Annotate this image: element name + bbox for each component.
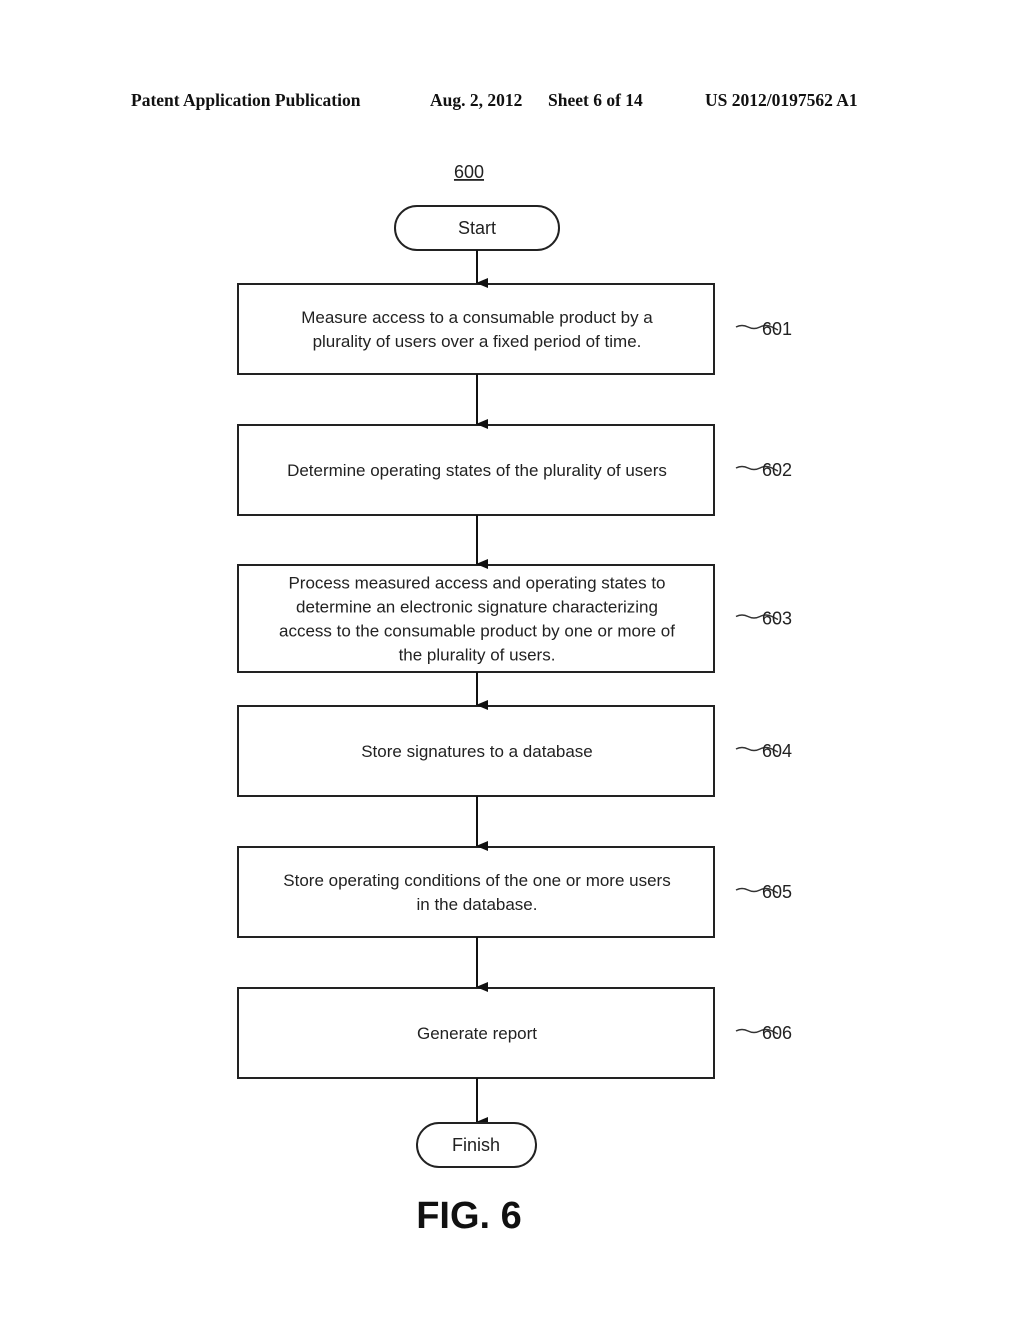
step-ref-number: 601 (762, 319, 792, 339)
finish-label: Finish (452, 1135, 500, 1155)
step-text-line: Store operating conditions of the one or… (283, 871, 670, 890)
step-605: Store operating conditions of the one or… (237, 846, 792, 938)
step-text-line: determine an electronic signature charac… (296, 598, 658, 617)
figure-label: FIG. 6 (416, 1195, 522, 1237)
start-label: Start (458, 218, 496, 238)
step-text-line: the plurality of users. (399, 646, 556, 665)
step-602: Determine operating states of the plural… (237, 424, 792, 516)
step-ref-number: 606 (762, 1023, 792, 1043)
step-text-line: plurality of users over a fixed period o… (313, 332, 642, 351)
figure-ref: 600 (454, 162, 484, 182)
step-text-line: Process measured access and operating st… (288, 574, 665, 593)
step-604: Store signatures to a database 604 (237, 705, 792, 797)
step-box (237, 846, 715, 938)
flowchart: 600 Start Measure access to a consumable… (237, 162, 792, 1237)
step-text-line: access to the consumable product by one … (279, 622, 675, 641)
step-ref-number: 604 (762, 741, 792, 761)
step-text-line: Determine operating states of the plural… (287, 461, 667, 480)
step-text-line: Measure access to a consumable product b… (301, 308, 653, 327)
step-box (237, 283, 715, 375)
step-text-line: Store signatures to a database (361, 742, 593, 761)
finish-terminal: Finish (416, 1122, 537, 1168)
step-text-line: Generate report (417, 1024, 537, 1043)
step-ref-number: 602 (762, 460, 792, 480)
step-606: Generate report 606 (237, 987, 792, 1079)
step-text-line: in the database. (417, 895, 538, 914)
step-603: Process measured access and operating st… (237, 564, 792, 673)
step-ref-number: 603 (762, 609, 792, 629)
step-ref-number: 605 (762, 882, 792, 902)
start-terminal: Start (394, 205, 560, 251)
step-601: Measure access to a consumable product b… (237, 283, 792, 375)
